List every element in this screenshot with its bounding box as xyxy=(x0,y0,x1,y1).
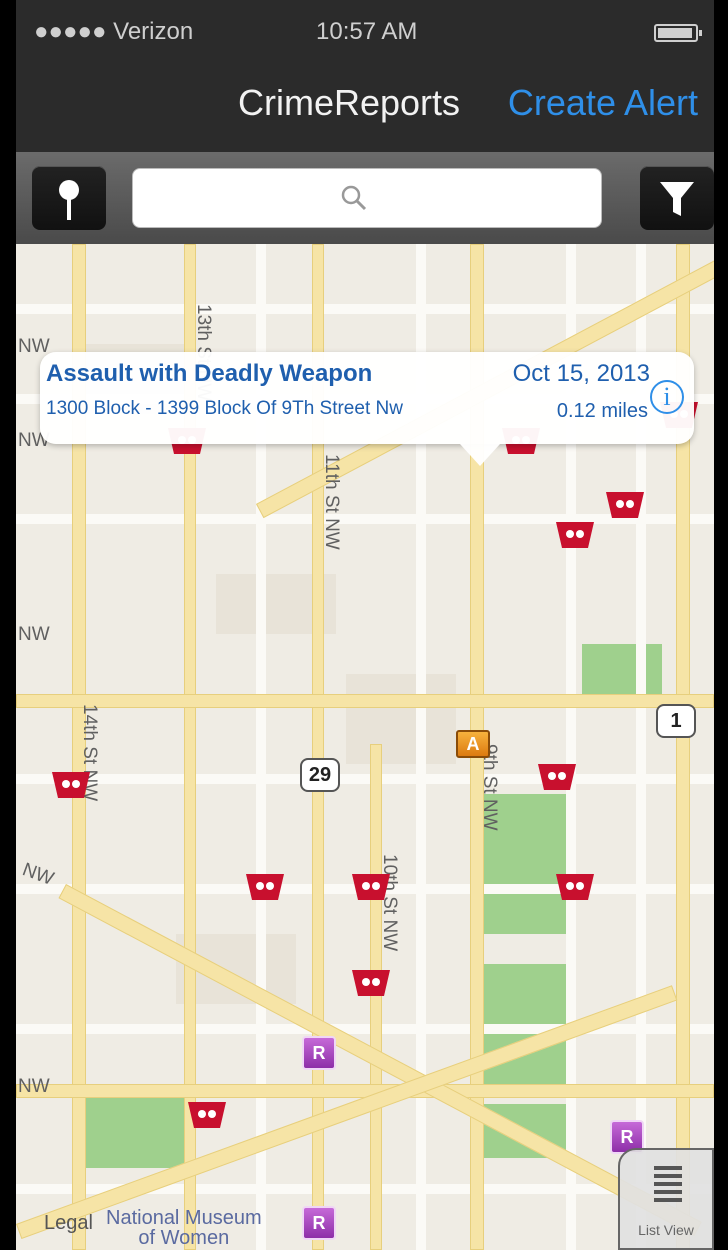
battery-icon xyxy=(654,24,702,42)
city-block xyxy=(346,674,456,764)
park xyxy=(78,1098,188,1168)
phone-screen: ●●●●● Verizon 10:57 AM CrimeReports Crea… xyxy=(16,0,714,1250)
crime-marker[interactable] xyxy=(538,764,576,790)
poi-label-line: National Museum xyxy=(106,1207,262,1229)
info-icon[interactable]: i xyxy=(650,380,684,414)
r-marker[interactable]: R xyxy=(302,1206,336,1240)
create-alert-button[interactable]: Create Alert xyxy=(508,82,698,124)
street xyxy=(16,774,714,784)
app-title: CrimeReports xyxy=(238,82,461,123)
crime-marker[interactable] xyxy=(352,874,390,900)
incident-address: 1300 Block - 1399 Block Of 9Th Street Nw xyxy=(46,398,403,419)
crime-marker[interactable] xyxy=(606,492,644,518)
search-input[interactable] xyxy=(132,168,602,228)
street-label-nw: NW xyxy=(18,624,50,645)
location-button[interactable] xyxy=(32,166,106,230)
nav-bar: CrimeReports Create Alert xyxy=(16,62,714,152)
list-view-label: List View xyxy=(638,1222,694,1238)
route-shield: 29 xyxy=(300,758,340,792)
incident-callout[interactable]: Assault with Deadly Weapon Oct 15, 2013 … xyxy=(40,352,694,466)
incident-date: Oct 15, 2013 xyxy=(512,360,650,387)
street-label-nw: NW xyxy=(18,1076,50,1097)
incident-distance: 0.12 miles xyxy=(556,400,648,422)
poi-label-line: of Women xyxy=(138,1227,230,1249)
crime-marker[interactable] xyxy=(52,772,90,798)
street-label-10th: 10th St NW xyxy=(379,854,400,952)
filter-funnel-icon xyxy=(660,182,694,216)
poi-label: National Museum of Women xyxy=(106,1208,262,1248)
incident-title: Assault with Deadly Weapon xyxy=(46,360,373,387)
location-pin-icon xyxy=(59,180,79,220)
list-icon xyxy=(654,1166,682,1202)
crime-marker[interactable] xyxy=(188,1102,226,1128)
status-bar: ●●●●● Verizon 10:57 AM xyxy=(16,0,714,62)
search-icon xyxy=(341,185,367,211)
selected-crime-marker[interactable]: A xyxy=(456,730,490,758)
route-shield: 1 xyxy=(656,704,696,738)
r-marker[interactable]: R xyxy=(302,1036,336,1070)
street-label-11th: 11th St NW xyxy=(321,454,342,550)
crime-marker[interactable] xyxy=(556,522,594,548)
carrier-label: ●●●●● Verizon xyxy=(34,18,194,45)
street-10th xyxy=(370,744,382,1250)
list-view-button[interactable]: List View xyxy=(618,1148,714,1250)
crime-marker[interactable] xyxy=(246,874,284,900)
crime-marker[interactable] xyxy=(556,874,594,900)
street xyxy=(16,1024,714,1034)
legal-link[interactable]: Legal xyxy=(44,1212,93,1235)
street-horizontal-major xyxy=(16,694,714,708)
street xyxy=(16,304,714,314)
crime-marker[interactable] xyxy=(352,970,390,996)
clock: 10:57 AM xyxy=(316,18,418,45)
toolbar xyxy=(16,152,714,244)
filter-button[interactable] xyxy=(640,166,714,230)
